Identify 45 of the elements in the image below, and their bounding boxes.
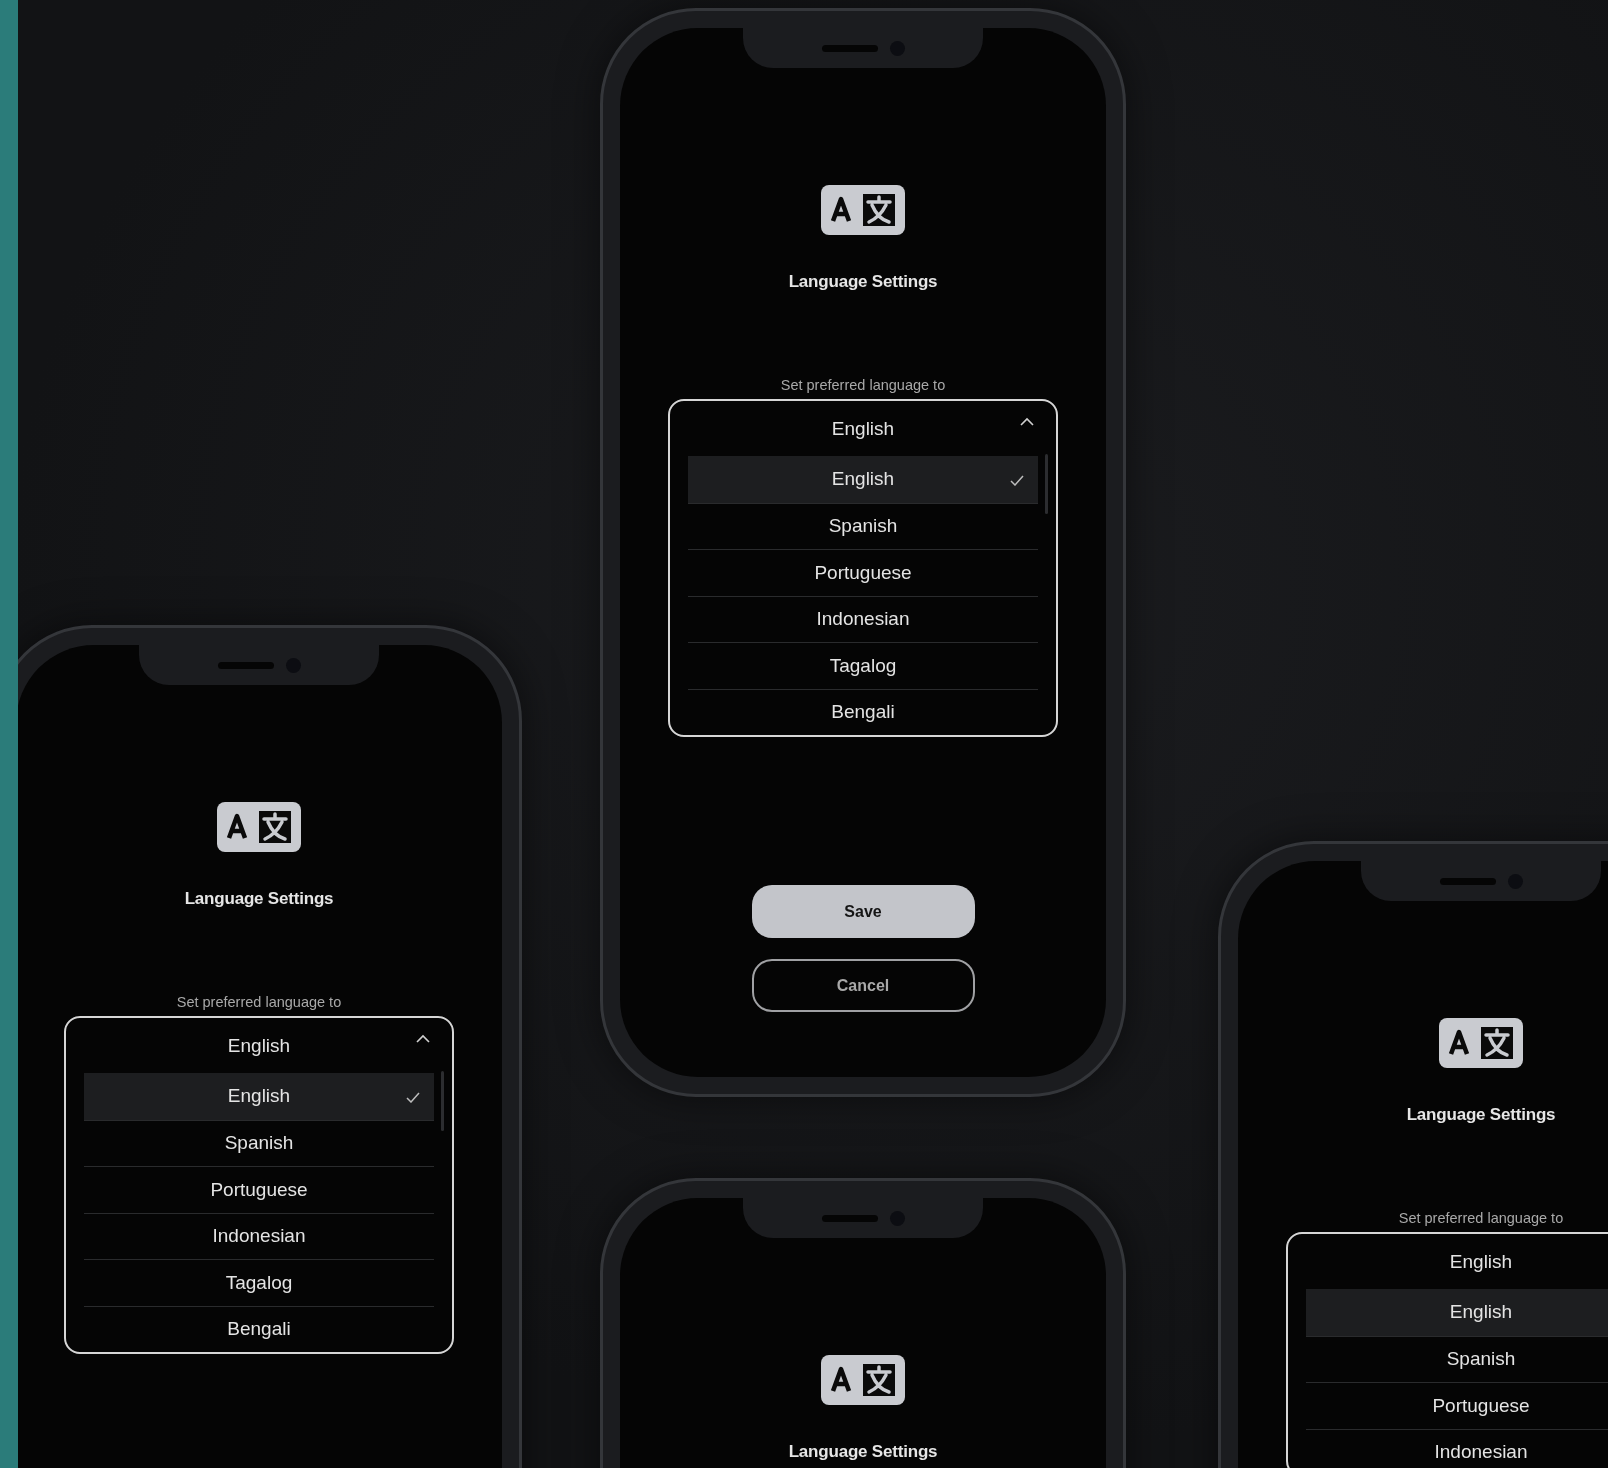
check-icon — [1010, 475, 1024, 486]
field-label: Set preferred language to — [1398, 1209, 1564, 1227]
screen-title: Language Settings — [184, 889, 334, 909]
translate-icon — [1439, 1018, 1523, 1068]
language-option[interactable]: Bengali — [688, 688, 1038, 735]
dropdown-value: English — [1449, 1250, 1513, 1273]
language-option[interactable]: Indonesian — [1306, 1428, 1608, 1468]
speaker-grille — [1439, 877, 1496, 885]
language-option[interactable]: English — [84, 1073, 434, 1120]
save-button[interactable]: Save — [751, 885, 975, 938]
language-option[interactable]: English — [1306, 1289, 1608, 1336]
language-option[interactable]: Spanish — [688, 502, 1038, 549]
translate-icon — [821, 1355, 905, 1405]
chevron-up-icon[interactable] — [1020, 417, 1034, 426]
translate-icon — [217, 802, 301, 852]
dropdown-value: English — [227, 1034, 291, 1057]
language-option[interactable]: Portuguese — [688, 549, 1038, 596]
language-option[interactable]: Portuguese — [1306, 1382, 1608, 1429]
language-option[interactable]: Indonesian — [688, 595, 1038, 642]
language-dropdown[interactable]: English English Spanish Portuguese Indonesian — [1286, 1232, 1608, 1468]
speaker-grille — [821, 1214, 878, 1222]
speaker-grille — [217, 661, 274, 669]
language-option[interactable]: Spanish — [1306, 1335, 1608, 1382]
translate-icon — [821, 185, 905, 235]
language-option[interactable]: Tagalog — [84, 1259, 434, 1306]
language-option[interactable]: Portuguese — [84, 1166, 434, 1213]
scrollbar[interactable] — [441, 1071, 444, 1131]
dropdown-value: English — [831, 417, 895, 440]
chevron-up-icon[interactable] — [416, 1034, 430, 1043]
language-dropdown[interactable]: English English Spanish Portuguese Indonesian Tagalog Bengali — [668, 399, 1058, 737]
screen-title: Language Settings — [788, 272, 938, 292]
field-label: Set preferred language to — [176, 993, 342, 1011]
language-option[interactable]: Tagalog — [688, 642, 1038, 689]
speaker-grille — [821, 44, 878, 52]
language-option[interactable]: Indonesian — [84, 1212, 434, 1259]
screen-title: Language Settings — [1406, 1105, 1556, 1125]
language-option[interactable]: Bengali — [84, 1305, 434, 1352]
field-label: Set preferred language to — [780, 376, 946, 394]
language-option[interactable]: Spanish — [84, 1119, 434, 1166]
language-option[interactable]: English — [688, 456, 1038, 503]
check-icon — [406, 1092, 420, 1103]
cancel-button[interactable]: Cancel — [751, 959, 975, 1012]
language-dropdown[interactable]: English English Spanish Portuguese Indonesian Tagalog Bengali — [64, 1016, 454, 1354]
scrollbar[interactable] — [1045, 454, 1048, 514]
screen-title: Language Settings — [788, 1442, 938, 1462]
